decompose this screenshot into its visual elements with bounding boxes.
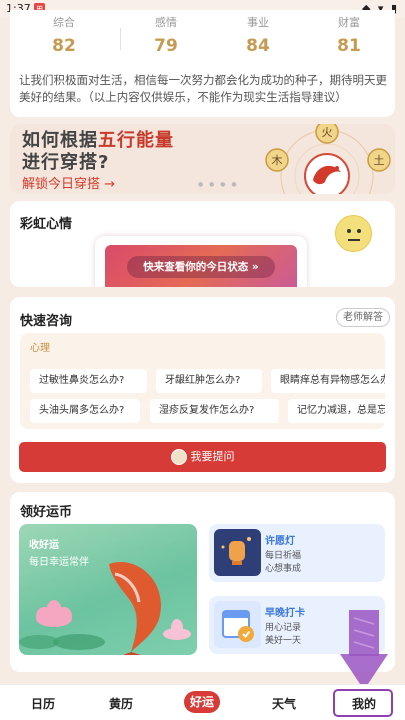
fortune-scores-card: 综合 82 感情 79 事业 84 财富 81 让我们积极面对生活，相信每一次努… (10, 10, 395, 117)
coins-title: 领好运币 (20, 505, 73, 520)
wish-lantern-line1: 每日祈福 (265, 551, 302, 561)
quick-consult-card: 快速咨询 老师解答 心理 过敏性鼻炎怎么办? 牙龈红肿怎么办? 眼睛痒总有异物感… (10, 297, 395, 483)
rainbow-mood-card: 彩虹心情 快来查看你的今日状态 » (10, 201, 395, 287)
score-label: 感情 (155, 16, 177, 29)
score-career: 事业 84 (210, 14, 306, 56)
ask-question-button[interactable]: 我要提问 (19, 442, 386, 472)
score-love: 感情 79 (118, 14, 214, 56)
nav-weather[interactable]: 天气 (272, 695, 296, 712)
score-value: 79 (154, 36, 178, 56)
ask-question-label: 我要提问 (190, 450, 235, 463)
five-elements-outfit-banner[interactable]: 如何根据五行能量 进行穿搭? 解锁今日穿搭 → ● ● ● ● 火 木 土 (10, 124, 395, 194)
question-chip[interactable]: 眼睛痒总有异物感怎么办? (271, 369, 385, 393)
question-chip[interactable]: 记忆力减退，总是忘事 (288, 399, 385, 423)
element-wood-glyph: 木 (272, 154, 283, 167)
advisor-avatar-icon (170, 449, 187, 465)
question-chip[interactable]: 头油头屑多怎么办? (30, 399, 140, 423)
calendar-icon (214, 601, 261, 648)
score-label: 财富 (338, 16, 360, 29)
score-value: 82 (52, 36, 76, 56)
element-earth-glyph: 土 (374, 154, 385, 167)
wish-lantern-line2: 心想事成 (265, 564, 302, 574)
master-answer-button[interactable]: 老师解答 (336, 308, 390, 327)
wish-lantern-title: 许愿灯 (265, 536, 295, 547)
annotation-arrow-icon (340, 610, 388, 690)
score-value: 81 (337, 36, 361, 56)
lantern-icon (214, 529, 261, 576)
nav-almanac[interactable]: 黄历 (109, 695, 133, 712)
koi-pond-illustration (19, 562, 191, 655)
mood-face-icon[interactable] (335, 215, 372, 252)
score-overall: 综合 82 (16, 14, 112, 56)
checkin-title: 早晚打卡 (265, 608, 305, 619)
question-chip[interactable]: 湿疹反复发作怎么办? (150, 399, 279, 423)
carousel-dots: ● ● ● ● (198, 181, 239, 188)
mood-title: 彩虹心情 (20, 217, 73, 232)
consult-title: 快速咨询 (20, 314, 73, 329)
wish-lantern-card[interactable]: 许愿灯 每日祈福 心想事成 (209, 524, 385, 582)
collect-luck-card[interactable]: 收好运 每日幸运常伴 (19, 524, 197, 655)
score-label: 综合 (53, 16, 75, 29)
fortune-description: 让我们积极面对生活，相信每一次努力都会化为成功的种子，期待明天更美好的结果。（以… (19, 73, 387, 104)
banner-title-line2: 进行穿搭? (22, 152, 110, 173)
question-chip[interactable]: 牙龈红肿怎么办? (156, 369, 262, 393)
nav-mine[interactable]: 我的 (352, 695, 376, 712)
nav-good-luck[interactable]: 好运 (184, 691, 220, 713)
checkin-line1: 用心记录 (265, 623, 302, 633)
face-mouth (348, 239, 360, 241)
score-label: 事业 (247, 16, 269, 29)
face-eye (347, 229, 351, 233)
score-value: 84 (246, 36, 270, 56)
unlock-outfit-link[interactable]: 解锁今日穿搭 → (22, 173, 115, 192)
checkin-line2: 美好一天 (265, 636, 302, 646)
bottom-nav: 日历 黄历 好运 天气 我的 (0, 684, 405, 720)
element-fire-glyph: 火 (322, 126, 333, 139)
question-chip[interactable]: 过敏性鼻炎怎么办? (30, 369, 147, 393)
face-eye (357, 229, 361, 233)
nav-calendar[interactable]: 日历 (31, 695, 55, 712)
category-tag-psychology[interactable]: 心理 (30, 339, 50, 354)
five-elements-illustration: 火 木 土 (265, 124, 391, 194)
score-wealth: 财富 81 (301, 14, 397, 56)
view-today-status-button[interactable]: 快来查看你的今日状态 » (127, 256, 275, 278)
score-row: 综合 82 感情 79 事业 84 财富 81 (10, 14, 395, 64)
